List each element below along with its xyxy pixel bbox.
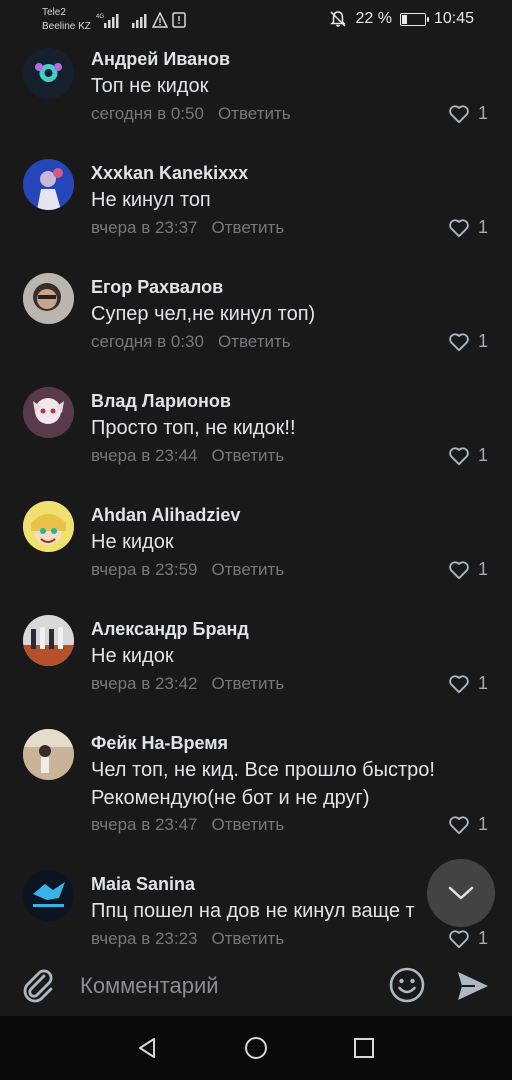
comment-time: сегодня в 0:30 [91,332,204,351]
like-button[interactable]: 1 [448,928,488,949]
avatar[interactable] [23,48,74,99]
reply-button[interactable]: Ответить [212,674,285,693]
reply-button[interactable]: Ответить [212,929,285,948]
warning-icon [152,12,168,28]
bell-off-icon [330,11,347,27]
comment-time: вчера в 23:42 [91,674,198,693]
reply-button[interactable]: Ответить [212,560,285,579]
comment-meta: вчера в 23:23 Ответить [91,929,284,949]
comment-input[interactable] [80,970,370,1002]
carrier-1: Tele2 [42,7,66,18]
comment-text: Не кидок [91,645,174,667]
like-button[interactable]: 1 [448,217,488,238]
reply-button[interactable]: Ответить [212,218,285,237]
comment-text: Топ не кидок [91,75,209,97]
recents-icon[interactable] [352,1036,376,1060]
reply-button[interactable]: Ответить [212,446,285,465]
comments-list[interactable]: Андрей Иванов Топ не кидок сегодня в 0:5… [0,42,512,956]
comment-meta: сегодня в 0:30 Ответить [91,332,291,352]
avatar[interactable] [23,501,74,552]
comment-author[interactable]: Maia Sanina [91,874,195,895]
comment-text: Супер чел,не кинул топ) [91,303,316,325]
comment-time: вчера в 23:23 [91,929,198,948]
comment-author[interactable]: Андрей Иванов [91,49,230,70]
like-count: 1 [477,559,488,579]
avatar[interactable] [23,159,74,210]
avatar[interactable] [23,729,74,780]
sim-alert-icon [172,12,186,28]
comment-composer [0,956,512,1016]
avatar[interactable] [23,870,74,921]
heart-icon [449,218,469,237]
heart-icon [449,332,469,351]
like-button[interactable]: 1 [448,673,488,694]
comment-author[interactable]: Ahdan Alihadziev [91,505,240,526]
back-icon[interactable] [135,1036,159,1060]
heart-icon [449,104,469,123]
scroll-down-button[interactable] [427,859,495,927]
network-type: 4G [96,14,104,20]
comment-time: вчера в 23:59 [91,560,198,579]
smiley-icon[interactable] [388,966,426,1004]
comment-text: Просто топ, не кидок!! [91,417,296,439]
status-bar: Tele2 Beeline KZ 4G 22 % 10:45 [0,0,512,42]
comment-text: Не кидок [91,531,174,553]
heart-icon [449,815,469,834]
heart-icon [449,446,469,465]
like-count: 1 [477,814,488,834]
avatar[interactable] [23,273,74,324]
clock: 10:45 [433,10,474,27]
battery-percent: 22 % [355,10,392,27]
like-count: 1 [477,445,488,465]
signal-icon-sim2 [132,14,147,28]
heart-icon [449,674,469,693]
comment-meta: вчера в 23:47 Ответить [91,815,284,835]
reply-button[interactable]: Ответить [212,815,285,834]
comment-author[interactable]: Влад Ларионов [91,391,231,412]
home-icon[interactable] [244,1036,268,1060]
comment-author[interactable]: Xxxkan Kanekixxx [91,163,248,184]
like-button[interactable]: 1 [448,103,488,124]
comment-time: вчера в 23:37 [91,218,198,237]
comment-meta: вчера в 23:37 Ответить [91,218,284,238]
like-count: 1 [477,331,488,351]
comment-time: вчера в 23:47 [91,815,198,834]
comment-author[interactable]: Александр Бранд [91,619,249,640]
comment-meta: сегодня в 0:50 Ответить [91,104,291,124]
like-button[interactable]: 1 [448,814,488,835]
send-icon[interactable] [455,968,491,1004]
like-count: 1 [477,673,488,693]
comment-text: Чел топ, не кид. Все прошло быстро! Реко… [91,759,435,809]
comment-text: Не кинул топ [91,189,211,211]
status-right: 22 % 10:45 [329,10,474,28]
comment-meta: вчера в 23:42 Ответить [91,674,284,694]
like-count: 1 [477,103,488,123]
reply-button[interactable]: Ответить [218,332,291,351]
avatar[interactable] [23,387,74,438]
comment-meta: вчера в 23:44 Ответить [91,446,284,466]
paperclip-icon[interactable] [22,968,58,1004]
comment-meta: вчера в 23:59 Ответить [91,560,284,580]
like-button[interactable]: 1 [448,331,488,352]
heart-icon [449,929,469,948]
like-count: 1 [477,217,488,237]
carrier-names: Tele2 Beeline KZ [42,6,91,34]
like-count: 1 [477,928,488,948]
comment-time: вчера в 23:44 [91,446,198,465]
chevron-down-icon [448,886,474,900]
like-button[interactable]: 1 [448,559,488,580]
comment-author[interactable]: Фейк На-Время [91,733,228,754]
battery-fill [401,14,408,24]
carrier-2: Beeline KZ [42,21,91,32]
comment-author[interactable]: Егор Рахвалов [91,277,223,298]
heart-icon [449,560,469,579]
system-nav-bar [0,1016,512,1080]
comment-time: сегодня в 0:50 [91,104,204,123]
reply-button[interactable]: Ответить [218,104,291,123]
like-button[interactable]: 1 [448,445,488,466]
avatar[interactable] [23,615,74,666]
battery-icon [399,12,429,26]
signal-icon-sim1: 4G [96,14,119,28]
